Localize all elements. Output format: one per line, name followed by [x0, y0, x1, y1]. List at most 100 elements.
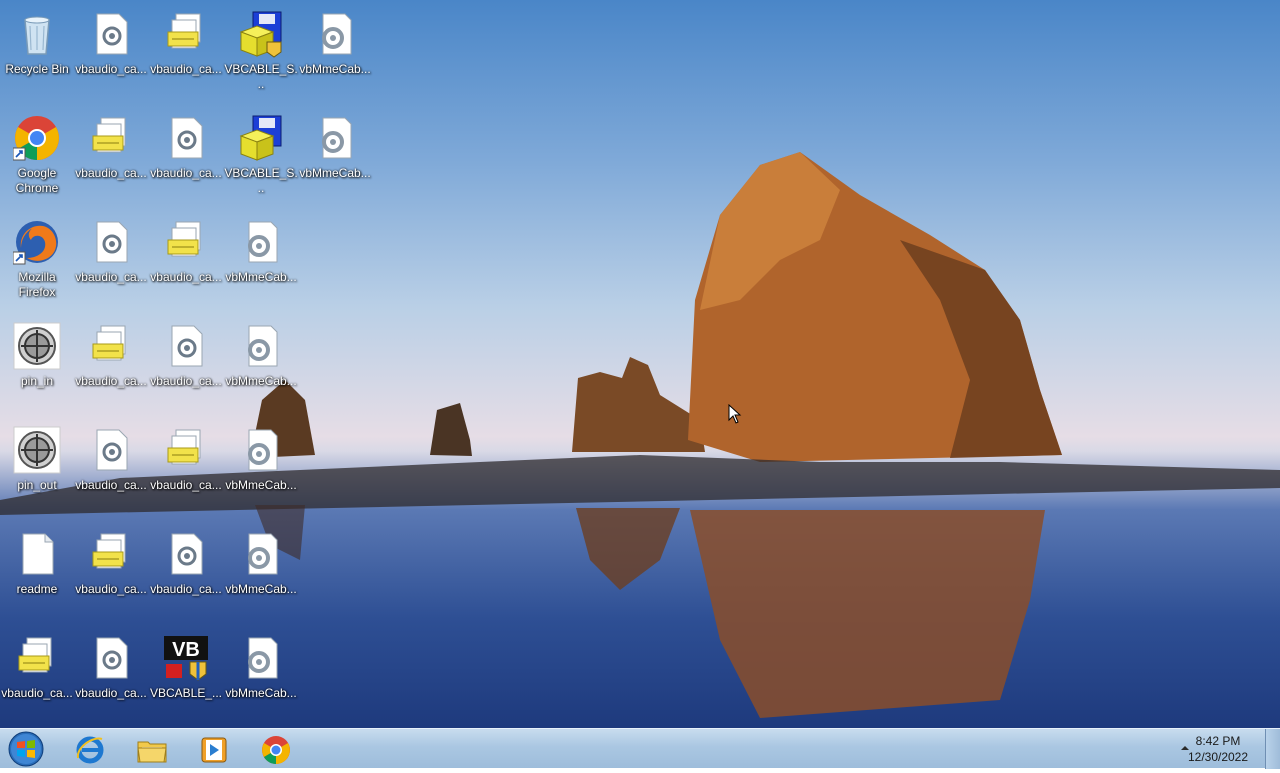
settings-file-icon	[322, 13, 352, 55]
windows-logo-icon	[8, 731, 44, 767]
desktop-icon-label: vbMmeCab...	[225, 270, 297, 284]
desktop-icon-settings-file[interactable]: vbMmeCab...	[298, 108, 372, 204]
desktop-icon-google-chrome[interactable]: Google Chrome	[0, 108, 74, 204]
desktop-icon-readme[interactable]: readme	[0, 524, 74, 620]
desktop-icon-label: pin_out	[17, 478, 57, 492]
firefox-icon	[13, 221, 58, 265]
settings-file-icon	[96, 637, 128, 679]
desktop-icon-label: vbaudio_ca...	[75, 62, 147, 76]
desktop-icon-label: vbaudio_ca...	[150, 478, 222, 492]
settings-file-icon	[248, 221, 278, 263]
settings-file-icon	[248, 533, 278, 575]
desktop-icon-label: vbaudio_ca...	[75, 582, 147, 596]
settings-file-icon	[96, 13, 128, 55]
desktop-icon-label: vbaudio_ca...	[75, 166, 147, 180]
settings-file-icon	[171, 325, 203, 367]
desktop-icon-label: vbMmeCab...	[225, 374, 297, 388]
setup-file-icon	[92, 325, 126, 361]
desktop-icon-settings-file[interactable]: vbaudio_ca...	[74, 212, 148, 308]
desktop-icon-settings-file[interactable]: vbaudio_ca...	[149, 524, 223, 620]
desktop-icon-settings-file[interactable]: vbMmeCab...	[224, 524, 298, 620]
settings-file-icon	[171, 117, 203, 159]
desktop-icon-label: VBCABLE_S...	[224, 62, 298, 91]
show-desktop-button[interactable]	[1265, 729, 1280, 769]
desktop-icon-settings-file[interactable]: vbMmeCab...	[224, 628, 298, 724]
desktop-icon-setup-file[interactable]: vbaudio_ca...	[74, 316, 148, 412]
settings-file-icon	[96, 429, 128, 471]
folder-icon	[137, 741, 167, 763]
desktop-icon-settings-file[interactable]: vbaudio_ca...	[149, 316, 223, 412]
desktop-icon-setup-file[interactable]: vbaudio_ca...	[74, 108, 148, 204]
desktop-icon-mozilla-firefox[interactable]: Mozilla Firefox	[0, 212, 74, 308]
desktop-icon-installer[interactable]: VBCABLE_S...	[224, 108, 298, 204]
desktop-icon-label: vbaudio_ca...	[150, 374, 222, 388]
setup-file-icon	[18, 637, 52, 673]
setup-file-icon	[167, 429, 201, 465]
setup-file-icon	[167, 13, 201, 49]
desktop-icon-label: vbMmeCab...	[225, 686, 297, 700]
chrome-icon	[262, 736, 290, 764]
text-file-icon	[22, 533, 54, 575]
pin-icon	[13, 322, 61, 370]
mouse-cursor-icon	[728, 404, 742, 424]
desktop-icon-installer[interactable]: VBCABLE_S...	[224, 4, 298, 100]
settings-file-icon	[171, 533, 203, 575]
setup-file-icon	[92, 533, 126, 569]
desktop-icon-settings-file[interactable]: vbaudio_ca...	[74, 420, 148, 516]
setup-file-icon	[92, 117, 126, 153]
taskbar-media-player[interactable]	[186, 731, 242, 767]
clock-time: 8:42 PM	[1195, 734, 1241, 748]
desktop-icon-label: vbaudio_ca...	[1, 686, 73, 700]
desktop-icon-setup-file[interactable]: vbaudio_ca...	[149, 420, 223, 516]
desktop-icon-label: vbaudio_ca...	[150, 62, 222, 76]
desktop-icon-pin-in[interactable]: pin_in	[0, 316, 74, 412]
desktop-icon-settings-file[interactable]: vbaudio_ca...	[149, 108, 223, 204]
desktop-icon-settings-file[interactable]: vbMmeCab...	[224, 420, 298, 516]
settings-file-icon	[248, 429, 278, 471]
start-button[interactable]	[6, 730, 46, 768]
desktop-icon-recycle-bin[interactable]: Recycle Bin	[0, 4, 74, 100]
installer-icon	[239, 115, 282, 161]
desktop-icon-settings-file[interactable]: vbMmeCab...	[224, 316, 298, 412]
ie-icon	[76, 736, 104, 764]
svg-text:VB: VB	[172, 639, 200, 661]
desktop-icon-settings-file[interactable]: vbaudio_ca...	[74, 4, 148, 100]
desktop-icon-label: vbaudio_ca...	[75, 270, 147, 284]
settings-file-icon	[248, 325, 278, 367]
desktop[interactable]: Recycle Bin vbaudio_ca... vbaudio_ca... …	[0, 0, 1280, 728]
taskbar-internet-explorer[interactable]	[62, 731, 118, 767]
desktop-icon-label: vbaudio_ca...	[150, 166, 222, 180]
settings-file-icon	[96, 221, 128, 263]
system-clock[interactable]: 8:42 PM 12/30/2022	[1178, 733, 1258, 765]
desktop-icon-label: vbaudio_ca...	[150, 270, 222, 284]
desktop-icon-label: vbMmeCab...	[225, 478, 297, 492]
recycle-bin-icon	[24, 16, 50, 55]
settings-file-icon	[322, 117, 352, 159]
desktop-icon-label: vbaudio_ca...	[75, 374, 147, 388]
desktop-icon-setup-file[interactable]: vbaudio_ca...	[149, 4, 223, 100]
desktop-icon-label: vbaudio_ca...	[75, 686, 147, 700]
media-player-icon	[201, 737, 227, 763]
desktop-icon-setup-file[interactable]: vbaudio_ca...	[0, 628, 74, 724]
settings-file-icon	[248, 637, 278, 679]
pin-icon	[13, 426, 61, 474]
taskbar-file-explorer[interactable]	[124, 731, 180, 767]
desktop-icon-settings-file[interactable]: vbMmeCab...	[224, 212, 298, 308]
desktop-icon-settings-file[interactable]: vbaudio_ca...	[74, 628, 148, 724]
desktop-icon-setup-file[interactable]: vbaudio_ca...	[74, 524, 148, 620]
desktop-icon-pin-out[interactable]: pin_out	[0, 420, 74, 516]
desktop-icon-label: pin_in	[20, 374, 54, 388]
chrome-icon	[13, 116, 59, 161]
desktop-icon-setup-file[interactable]: vbaudio_ca...	[149, 212, 223, 308]
desktop-icon-vbcable[interactable]: VB VBCABLE_...	[149, 628, 223, 724]
taskbar-google-chrome[interactable]	[248, 731, 304, 767]
desktop-icon-label: Mozilla Firefox	[18, 270, 56, 299]
vb-audio-icon: VB	[164, 636, 208, 681]
desktop-icon-label: vbaudio_ca...	[75, 478, 147, 492]
desktop-icon-label: Recycle Bin	[5, 62, 69, 76]
installer-icon	[239, 11, 282, 58]
desktop-icon-settings-file[interactable]: vbMmeCab...	[298, 4, 372, 100]
taskbar: 8:42 PM 12/30/2022	[0, 728, 1280, 769]
desktop-icon-label: vbMmeCab...	[299, 62, 371, 76]
desktop-icon-label: readme	[16, 582, 58, 596]
